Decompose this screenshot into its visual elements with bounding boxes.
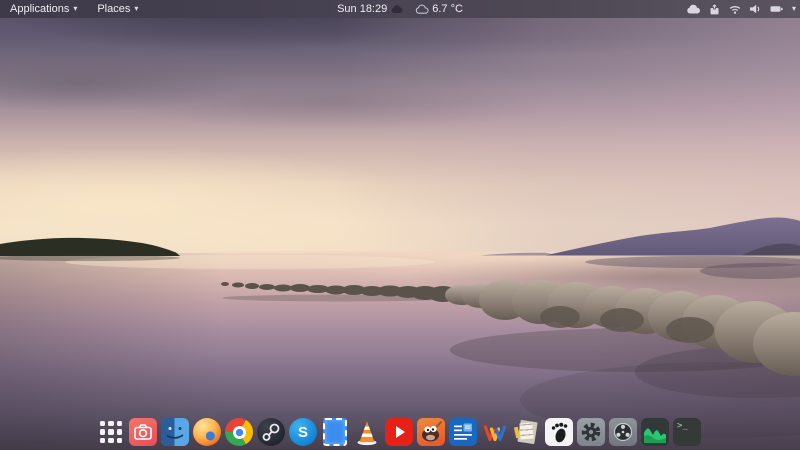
temperature-label: 6.7 °C bbox=[432, 3, 463, 15]
places-label: Places bbox=[97, 3, 130, 15]
steam-icon bbox=[257, 418, 285, 446]
dock-item-youtube[interactable] bbox=[385, 418, 413, 446]
chevron-down-icon: ▾ bbox=[134, 5, 138, 13]
battery-icon bbox=[770, 5, 783, 13]
paper-stack-icon bbox=[513, 418, 541, 446]
dock-item-system-monitor[interactable] bbox=[641, 418, 669, 446]
camera-icon bbox=[129, 418, 157, 446]
dock-item-mail[interactable] bbox=[321, 418, 349, 446]
dock-item-skype[interactable]: S bbox=[289, 418, 317, 446]
wifi-icon bbox=[729, 4, 741, 14]
top-bar: Applications ▾ Places ▾ Sun 18:29 6.7 °C bbox=[0, 0, 800, 18]
skype-icon: S bbox=[289, 418, 317, 446]
terminal-prompt-glyph: >_ bbox=[677, 421, 688, 431]
skype-s-glyph: S bbox=[298, 424, 308, 441]
dock-item-media-reel[interactable] bbox=[609, 418, 637, 446]
dock-item-wps-office[interactable] bbox=[481, 418, 509, 446]
files-face-icon bbox=[161, 418, 189, 446]
upload-box-icon bbox=[709, 4, 720, 15]
system-tray[interactable]: ▾ bbox=[687, 0, 796, 18]
applications-menu[interactable]: Applications ▾ bbox=[0, 0, 87, 18]
applications-label: Applications bbox=[10, 3, 69, 15]
dock-item-chrome[interactable] bbox=[225, 418, 253, 446]
clock-button[interactable]: Sun 18:29 bbox=[337, 3, 402, 15]
moon-cloud-icon bbox=[391, 4, 402, 14]
dock-item-gimp[interactable] bbox=[417, 418, 445, 446]
dock-item-camera[interactable] bbox=[129, 418, 157, 446]
dock-item-notes[interactable] bbox=[513, 418, 541, 446]
weather-indicator[interactable]: 6.7 °C bbox=[416, 3, 463, 15]
dock-item-steam[interactable] bbox=[257, 418, 285, 446]
firefox-icon bbox=[193, 418, 221, 446]
dock-item-settings[interactable] bbox=[577, 418, 605, 446]
document-list-icon bbox=[449, 418, 477, 446]
dock-item-gnome[interactable] bbox=[545, 418, 573, 446]
reel-icon bbox=[609, 418, 637, 446]
youtube-play-icon bbox=[385, 418, 413, 446]
gear-icon bbox=[577, 418, 605, 446]
gnome-foot-icon bbox=[545, 418, 573, 446]
app-grid-icon bbox=[97, 418, 125, 446]
dock-item-show-applications[interactable] bbox=[97, 418, 125, 446]
clock-label: Sun 18:29 bbox=[337, 3, 387, 15]
volume-icon bbox=[750, 4, 761, 14]
dock-item-file-manager[interactable] bbox=[161, 418, 189, 446]
chevron-down-icon: ▾ bbox=[792, 5, 796, 13]
gimp-wilber-icon bbox=[417, 418, 445, 446]
places-menu[interactable]: Places ▾ bbox=[87, 0, 148, 18]
vlc-cone-icon bbox=[353, 418, 381, 446]
cloud-icon bbox=[687, 5, 700, 14]
green-graph-icon bbox=[641, 418, 669, 446]
desktop: Applications ▾ Places ▾ Sun 18:29 6.7 °C bbox=[0, 0, 800, 450]
dock-item-firefox[interactable] bbox=[193, 418, 221, 446]
dock-item-documents[interactable] bbox=[449, 418, 477, 446]
dock-item-vlc[interactable] bbox=[353, 418, 381, 446]
dock-item-terminal[interactable]: >_ bbox=[673, 418, 701, 446]
cloud-icon bbox=[416, 5, 428, 14]
clock-weather-group: Sun 18:29 6.7 °C bbox=[337, 0, 463, 18]
wps-w-icon bbox=[481, 418, 509, 446]
wallpaper-sky bbox=[0, 0, 800, 256]
stamp-icon bbox=[323, 418, 347, 446]
dock: S bbox=[97, 418, 701, 446]
chevron-down-icon: ▾ bbox=[73, 5, 77, 13]
terminal-icon: >_ bbox=[673, 418, 701, 446]
chrome-icon bbox=[225, 418, 253, 446]
